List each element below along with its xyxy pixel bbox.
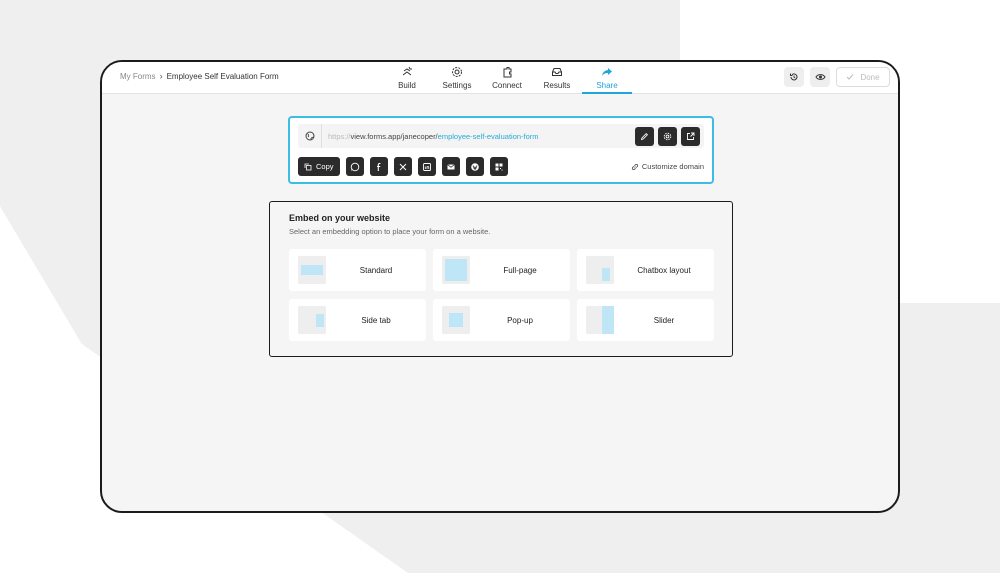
customize-domain-label: Customize domain xyxy=(641,162,704,171)
popup-thumbnail xyxy=(442,306,470,334)
slider-thumbnail xyxy=(586,306,614,334)
copy-label: Copy xyxy=(316,162,334,171)
external-link-icon xyxy=(687,132,695,140)
tab-results[interactable]: Results xyxy=(532,62,582,94)
breadcrumb-root[interactable]: My Forms xyxy=(120,72,156,81)
share-link-card: https://view.forms.app/janecoper/employe… xyxy=(288,116,714,184)
done-label: Done xyxy=(860,72,880,82)
share-actions-row: Copy Customize domain xyxy=(298,157,704,176)
customize-domain-link[interactable]: Customize domain xyxy=(631,162,704,171)
share-x-button[interactable] xyxy=(393,157,412,176)
edit-url-button[interactable] xyxy=(635,126,654,146)
settings-icon xyxy=(452,67,462,77)
tab-connect-label: Connect xyxy=(492,81,522,90)
copy-icon xyxy=(304,163,312,170)
tab-share[interactable]: Share xyxy=(582,62,632,94)
share-whatsapp-button[interactable] xyxy=(345,157,364,176)
breadcrumb-current: Employee Self Evaluation Form xyxy=(166,71,279,81)
share-email-button[interactable] xyxy=(441,157,460,176)
preview-button[interactable] xyxy=(810,67,830,87)
share-wordpress-button[interactable] xyxy=(465,157,484,176)
share-qr-button[interactable] xyxy=(489,157,508,176)
full-page-thumbnail xyxy=(442,256,470,284)
link-icon xyxy=(631,163,638,170)
standard-thumbnail xyxy=(298,256,326,284)
results-icon xyxy=(552,68,562,76)
qr-code-icon xyxy=(495,163,503,170)
embed-option-label: Chatbox layout xyxy=(637,265,691,275)
check-icon xyxy=(847,74,854,80)
open-link-button[interactable] xyxy=(681,126,700,146)
embed-option-popup[interactable]: Pop-up xyxy=(433,299,570,341)
url-host: view.forms.app/janecoper/ xyxy=(350,131,438,141)
embed-option-label: Pop-up xyxy=(507,315,533,325)
x-icon xyxy=(399,163,406,170)
url-slug: employee-self-evaluation-form xyxy=(437,131,539,141)
embed-option-label: Full-page xyxy=(503,265,537,275)
copy-button[interactable]: Copy xyxy=(298,157,340,176)
embed-option-chatbox[interactable]: Chatbox layout xyxy=(577,249,714,291)
embed-option-standard[interactable]: Standard xyxy=(289,249,426,291)
embed-section: Embed on your website Select an embeddin… xyxy=(269,201,733,357)
embed-option-side-tab[interactable]: Side tab xyxy=(289,299,426,341)
embed-subtitle: Select an embedding option to place your… xyxy=(289,227,491,236)
breadcrumb-separator: › xyxy=(159,71,163,81)
pencil-icon xyxy=(640,132,649,140)
tab-connect[interactable]: Connect xyxy=(482,62,532,94)
chatbox-thumbnail xyxy=(586,256,614,284)
url-settings-button[interactable] xyxy=(658,126,677,146)
share-facebook-button[interactable] xyxy=(369,157,388,176)
share-url[interactable]: https://view.forms.app/janecoper/employe… xyxy=(322,132,635,141)
top-actions: Done xyxy=(784,67,890,87)
whatsapp-icon xyxy=(350,162,359,171)
app-window: My Forms › Employee Self Evaluation Form… xyxy=(100,60,900,513)
tab-results-label: Results xyxy=(543,81,571,90)
breadcrumb: My Forms › Employee Self Evaluation Form xyxy=(120,71,279,81)
history-icon xyxy=(790,73,798,81)
tab-settings-label: Settings xyxy=(442,81,472,90)
embed-option-label: Standard xyxy=(359,265,393,275)
tab-build-label: Build xyxy=(398,81,416,90)
eye-icon xyxy=(814,74,826,80)
linkedin-icon xyxy=(422,162,431,171)
url-field[interactable]: https://view.forms.app/janecoper/employe… xyxy=(298,124,704,148)
url-protocol: https:// xyxy=(328,131,351,141)
facebook-icon xyxy=(376,162,381,171)
side-tab-thumbnail xyxy=(298,306,326,334)
embed-option-label: Side tab xyxy=(361,315,391,325)
build-icon xyxy=(402,66,412,76)
embed-option-label: Slider xyxy=(653,315,675,325)
tab-build[interactable]: Build xyxy=(382,62,432,94)
gear-icon xyxy=(663,132,672,140)
share-icon xyxy=(602,68,612,76)
wordpress-icon xyxy=(470,162,479,171)
tab-share-label: Share xyxy=(596,81,618,90)
top-bar: My Forms › Employee Self Evaluation Form… xyxy=(102,62,898,94)
embed-title: Embed on your website xyxy=(289,213,391,223)
email-icon xyxy=(446,163,455,169)
connect-icon xyxy=(503,67,512,78)
main-nav: Build Settings Connect Results Share xyxy=(382,62,632,94)
embed-option-slider[interactable]: Slider xyxy=(577,299,714,341)
embed-option-full-page[interactable]: Full-page xyxy=(433,249,570,291)
url-actions xyxy=(635,126,704,146)
done-button[interactable]: Done xyxy=(836,67,890,87)
history-button[interactable] xyxy=(784,67,804,87)
embed-options-grid: Standard Full-page Chatbox layout Side t… xyxy=(289,249,714,341)
share-linkedin-button[interactable] xyxy=(417,157,436,176)
globe-icon xyxy=(298,124,322,148)
tab-settings[interactable]: Settings xyxy=(432,62,482,94)
